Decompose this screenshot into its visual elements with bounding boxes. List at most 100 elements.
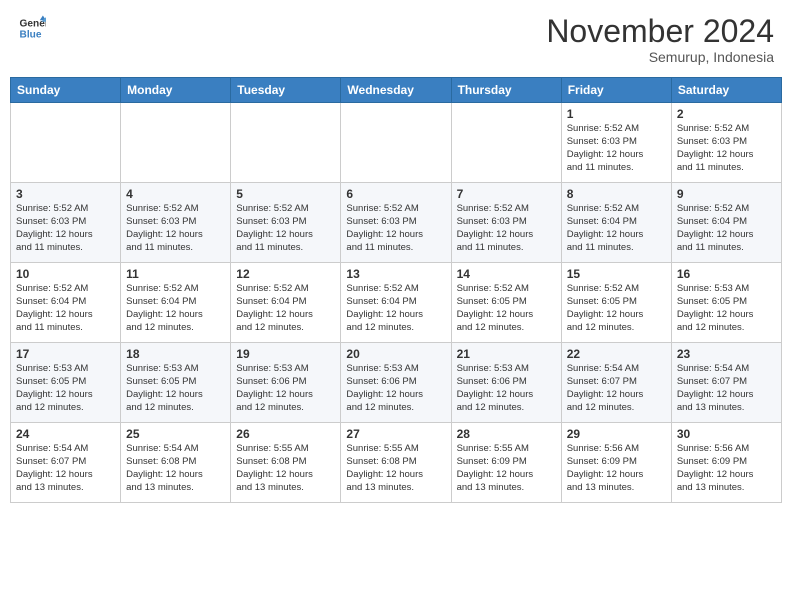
calendar-cell: 25 Sunrise: 5:54 AM Sunset: 6:08 PM Dayli… xyxy=(121,423,231,503)
day-number: 9 xyxy=(677,187,776,201)
day-info: Sunrise: 5:54 AM Sunset: 6:08 PM Dayligh… xyxy=(126,443,225,494)
day-info: Sunrise: 5:56 AM Sunset: 6:09 PM Dayligh… xyxy=(567,443,666,494)
day-number: 20 xyxy=(346,347,445,361)
svg-text:Blue: Blue xyxy=(20,29,42,40)
calendar-cell xyxy=(451,103,561,183)
calendar-cell: 1 Sunrise: 5:52 AM Sunset: 6:03 PM Daylig… xyxy=(561,103,671,183)
day-info: Sunrise: 5:52 AM Sunset: 6:04 PM Dayligh… xyxy=(236,283,335,334)
calendar-cell: 22 Sunrise: 5:54 AM Sunset: 6:07 PM Dayli… xyxy=(561,343,671,423)
calendar-cell: 24Sunrise: 5:54 AM Sunset: 6:07 PM Dayli… xyxy=(11,423,121,503)
day-number: 3 xyxy=(16,187,115,201)
calendar-cell: 4Sunrise: 5:52 AM Sunset: 6:03 PM Daylig… xyxy=(121,183,231,263)
day-number: 18 xyxy=(126,347,225,361)
day-info: Sunrise: 5:53 AM Sunset: 6:05 PM Dayligh… xyxy=(16,363,115,414)
day-number: 29 xyxy=(567,427,666,441)
calendar-cell: 10 Sunrise: 5:52 AM Sunset: 6:04 PM Dayli… xyxy=(11,263,121,343)
weekday-header-wednesday: Wednesday xyxy=(341,78,451,103)
day-info: Sunrise: 5:52 AM Sunset: 6:03 PM Dayligh… xyxy=(16,203,115,254)
logo: General Blue xyxy=(18,14,46,42)
day-info: Sunrise: 5:53 AM Sunset: 6:06 PM Dayligh… xyxy=(457,363,556,414)
day-number: 5 xyxy=(236,187,335,201)
week-row-4: 17 Sunrise: 5:53 AM Sunset: 6:05 PM Dayli… xyxy=(11,343,782,423)
day-info: Sunrise: 5:52 AM Sunset: 6:04 PM Dayligh… xyxy=(346,283,445,334)
day-info: Sunrise: 5:53 AM Sunset: 6:05 PM Dayligh… xyxy=(677,283,776,334)
weekday-header-saturday: Saturday xyxy=(671,78,781,103)
day-number: 1 xyxy=(567,107,666,121)
day-number: 17 xyxy=(16,347,115,361)
calendar-cell: 14 Sunrise: 5:52 AM Sunset: 6:05 PM Dayli… xyxy=(451,263,561,343)
week-row-2: 3 Sunrise: 5:52 AM Sunset: 6:03 PM Daylig… xyxy=(11,183,782,263)
calendar-cell: 21 Sunrise: 5:53 AM Sunset: 6:06 PM Dayli… xyxy=(451,343,561,423)
calendar-cell: 30Sunrise: 5:56 AM Sunset: 6:09 PM Dayli… xyxy=(671,423,781,503)
day-info: Sunrise: 5:52 AM Sunset: 6:03 PM Dayligh… xyxy=(236,203,335,254)
day-number: 15 xyxy=(567,267,666,281)
calendar-cell xyxy=(231,103,341,183)
calendar-cell: 13 Sunrise: 5:52 AM Sunset: 6:04 PM Dayli… xyxy=(341,263,451,343)
day-info: Sunrise: 5:54 AM Sunset: 6:07 PM Dayligh… xyxy=(567,363,666,414)
calendar-cell: 3 Sunrise: 5:52 AM Sunset: 6:03 PM Daylig… xyxy=(11,183,121,263)
day-number: 23 xyxy=(677,347,776,361)
calendar-cell: 20 Sunrise: 5:53 AM Sunset: 6:06 PM Dayli… xyxy=(341,343,451,423)
calendar-cell xyxy=(341,103,451,183)
calendar-cell: 26 Sunrise: 5:55 AM Sunset: 6:08 PM Dayli… xyxy=(231,423,341,503)
day-info: Sunrise: 5:52 AM Sunset: 6:04 PM Dayligh… xyxy=(16,283,115,334)
day-info: Sunrise: 5:52 AM Sunset: 6:05 PM Dayligh… xyxy=(457,283,556,334)
calendar-cell: 15 Sunrise: 5:52 AM Sunset: 6:05 PM Dayli… xyxy=(561,263,671,343)
page-header: General Blue November 2024 Semurup, Indo… xyxy=(10,10,782,69)
day-number: 7 xyxy=(457,187,556,201)
day-info: Sunrise: 5:52 AM Sunset: 6:03 PM Dayligh… xyxy=(457,203,556,254)
calendar-cell: 18Sunrise: 5:53 AM Sunset: 6:05 PM Dayli… xyxy=(121,343,231,423)
calendar-cell: 9 Sunrise: 5:52 AM Sunset: 6:04 PM Daylig… xyxy=(671,183,781,263)
day-info: Sunrise: 5:52 AM Sunset: 6:05 PM Dayligh… xyxy=(567,283,666,334)
day-info: Sunrise: 5:53 AM Sunset: 6:06 PM Dayligh… xyxy=(346,363,445,414)
day-info: Sunrise: 5:52 AM Sunset: 6:04 PM Dayligh… xyxy=(126,283,225,334)
calendar-cell: 16 Sunrise: 5:53 AM Sunset: 6:05 PM Dayli… xyxy=(671,263,781,343)
day-number: 21 xyxy=(457,347,556,361)
calendar-cell xyxy=(121,103,231,183)
day-info: Sunrise: 5:55 AM Sunset: 6:08 PM Dayligh… xyxy=(236,443,335,494)
weekday-header-tuesday: Tuesday xyxy=(231,78,341,103)
day-number: 12 xyxy=(236,267,335,281)
day-number: 16 xyxy=(677,267,776,281)
day-number: 11 xyxy=(126,267,225,281)
day-info: Sunrise: 5:55 AM Sunset: 6:09 PM Dayligh… xyxy=(457,443,556,494)
calendar-cell: 7 Sunrise: 5:52 AM Sunset: 6:03 PM Daylig… xyxy=(451,183,561,263)
day-number: 13 xyxy=(346,267,445,281)
day-number: 27 xyxy=(346,427,445,441)
calendar-cell: 27Sunrise: 5:55 AM Sunset: 6:08 PM Dayli… xyxy=(341,423,451,503)
calendar-cell: 17 Sunrise: 5:53 AM Sunset: 6:05 PM Dayli… xyxy=(11,343,121,423)
day-number: 25 xyxy=(126,427,225,441)
day-number: 26 xyxy=(236,427,335,441)
calendar-cell: 2 Sunrise: 5:52 AM Sunset: 6:03 PM Daylig… xyxy=(671,103,781,183)
logo-icon: General Blue xyxy=(18,14,46,42)
day-number: 14 xyxy=(457,267,556,281)
calendar-cell: 29 Sunrise: 5:56 AM Sunset: 6:09 PM Dayli… xyxy=(561,423,671,503)
weekday-header-row: SundayMondayTuesdayWednesdayThursdayFrid… xyxy=(11,78,782,103)
location: Semurup, Indonesia xyxy=(546,49,774,65)
day-number: 19 xyxy=(236,347,335,361)
day-info: Sunrise: 5:53 AM Sunset: 6:06 PM Dayligh… xyxy=(236,363,335,414)
day-info: Sunrise: 5:52 AM Sunset: 6:04 PM Dayligh… xyxy=(567,203,666,254)
calendar-cell: 23Sunrise: 5:54 AM Sunset: 6:07 PM Dayli… xyxy=(671,343,781,423)
day-number: 30 xyxy=(677,427,776,441)
weekday-header-monday: Monday xyxy=(121,78,231,103)
month-title: November 2024 xyxy=(546,14,774,49)
calendar-cell: 5 Sunrise: 5:52 AM Sunset: 6:03 PM Daylig… xyxy=(231,183,341,263)
calendar-cell xyxy=(11,103,121,183)
day-number: 22 xyxy=(567,347,666,361)
day-info: Sunrise: 5:52 AM Sunset: 6:03 PM Dayligh… xyxy=(346,203,445,254)
calendar-cell: 11 Sunrise: 5:52 AM Sunset: 6:04 PM Dayli… xyxy=(121,263,231,343)
calendar-table: SundayMondayTuesdayWednesdayThursdayFrid… xyxy=(10,77,782,503)
day-number: 10 xyxy=(16,267,115,281)
week-row-5: 24Sunrise: 5:54 AM Sunset: 6:07 PM Dayli… xyxy=(11,423,782,503)
calendar-cell: 19 Sunrise: 5:53 AM Sunset: 6:06 PM Dayli… xyxy=(231,343,341,423)
day-number: 6 xyxy=(346,187,445,201)
day-number: 2 xyxy=(677,107,776,121)
day-info: Sunrise: 5:52 AM Sunset: 6:04 PM Dayligh… xyxy=(677,203,776,254)
day-number: 8 xyxy=(567,187,666,201)
day-info: Sunrise: 5:52 AM Sunset: 6:03 PM Dayligh… xyxy=(677,123,776,174)
day-info: Sunrise: 5:52 AM Sunset: 6:03 PM Dayligh… xyxy=(567,123,666,174)
calendar-cell: 12 Sunrise: 5:52 AM Sunset: 6:04 PM Dayli… xyxy=(231,263,341,343)
weekday-header-sunday: Sunday xyxy=(11,78,121,103)
day-number: 28 xyxy=(457,427,556,441)
